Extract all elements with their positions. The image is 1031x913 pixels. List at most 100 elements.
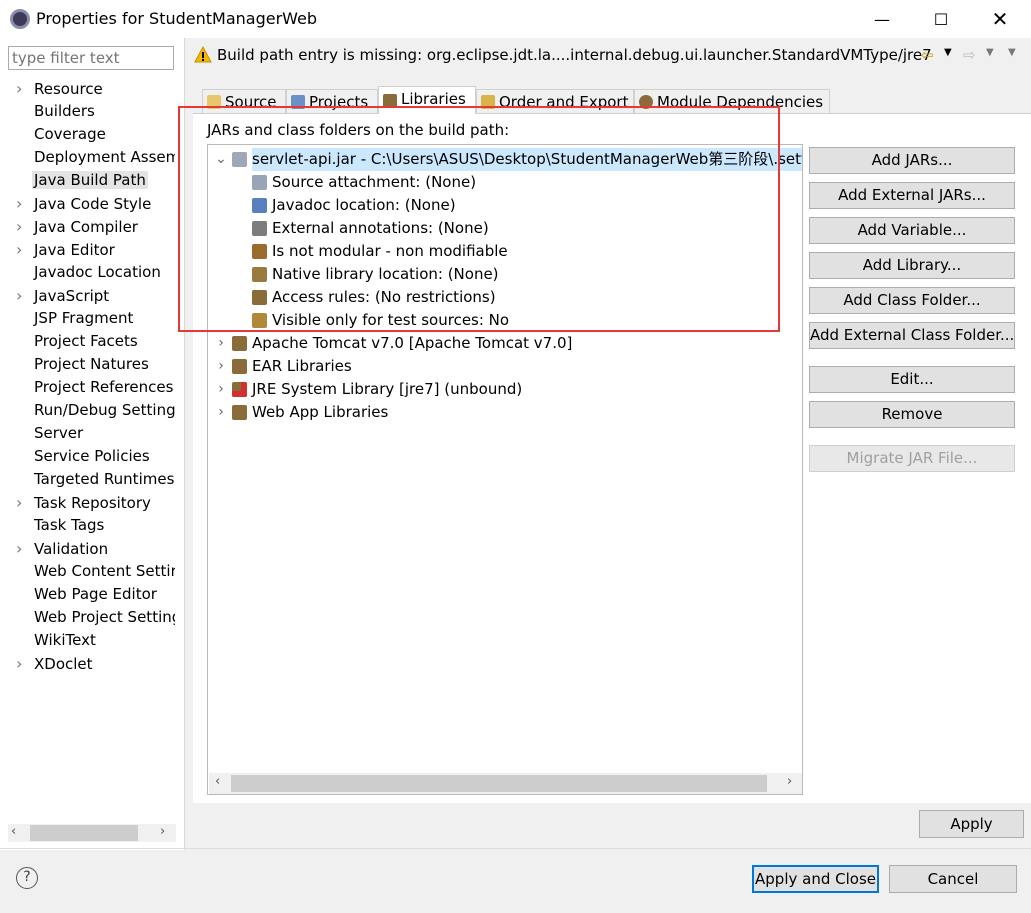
sidebar-item-web-content-settir[interactable]: Web Content Settir bbox=[0, 560, 175, 583]
divider bbox=[0, 848, 1031, 849]
sidebar-item-label: Run/Debug Setting bbox=[34, 401, 175, 419]
edit-button[interactable]: Edit... bbox=[809, 366, 1015, 393]
sidebar-item-deployment-assem[interactable]: Deployment Assem bbox=[0, 146, 175, 169]
sidebar-item-label: Targeted Runtimes bbox=[34, 470, 175, 488]
sidebar-item-task-repository[interactable]: › Task Repository bbox=[0, 491, 175, 514]
sidebar-item-project-facets[interactable]: Project Facets bbox=[0, 330, 175, 353]
chevron-right-icon[interactable]: › bbox=[16, 652, 32, 675]
sidebar-item-validation[interactable]: › Validation bbox=[0, 537, 175, 560]
sidebar-item-label: Server bbox=[34, 424, 84, 442]
library-entry[interactable]: › Apache Tomcat v7.0 [Apache Tomcat v7.0] bbox=[208, 332, 802, 355]
forward-arrow-icon[interactable]: ⇨ bbox=[963, 46, 976, 64]
sidebar-item-label: JavaScript bbox=[34, 287, 110, 305]
chevron-right-icon[interactable]: › bbox=[16, 284, 32, 307]
add-external-jars-button[interactable]: Add External JARs... bbox=[809, 182, 1015, 209]
cancel-button[interactable]: Cancel bbox=[889, 865, 1017, 893]
scroll-left-icon[interactable]: ‹ bbox=[11, 824, 16, 839]
entry-label: Apache Tomcat v7.0 [Apache Tomcat v7.0] bbox=[252, 334, 573, 352]
add-external-class-folder-button[interactable]: Add External Class Folder... bbox=[809, 322, 1015, 349]
sidebar-item-wikitext[interactable]: WikiText bbox=[0, 629, 175, 652]
sidebar-item-resource[interactable]: › Resource bbox=[0, 77, 175, 100]
close-icon[interactable]: ✕ bbox=[977, 0, 1023, 38]
sidebar-item-jsp-fragment[interactable]: JSP Fragment bbox=[0, 307, 175, 330]
scroll-right-icon[interactable]: › bbox=[787, 774, 792, 789]
chevron-right-icon[interactable]: › bbox=[16, 491, 32, 514]
scroll-left-icon[interactable]: ‹ bbox=[215, 774, 220, 789]
sidebar-item-targeted-runtimes[interactable]: Targeted Runtimes bbox=[0, 468, 175, 491]
chevron-right-icon[interactable]: › bbox=[16, 77, 32, 100]
library-icon bbox=[232, 336, 247, 351]
left-horizontal-scrollbar[interactable]: ‹ › bbox=[8, 824, 176, 842]
chevron-right-icon[interactable]: › bbox=[16, 215, 32, 238]
property-pages-panel: ›Resource Builders Coverage Deployment Asse… bbox=[0, 38, 185, 850]
chevron-right-icon[interactable]: › bbox=[215, 401, 227, 424]
sidebar-item-run-debug-setting[interactable]: Run/Debug Setting bbox=[0, 399, 175, 422]
sidebar-item-javascript[interactable]: › JavaScript bbox=[0, 284, 175, 307]
sidebar-item-project-natures[interactable]: Project Natures bbox=[0, 353, 175, 376]
sidebar-item-label: Project Facets bbox=[34, 332, 138, 350]
minimize-icon[interactable]: — bbox=[859, 0, 905, 38]
migrate-jar-button[interactable]: Migrate JAR File... bbox=[809, 445, 1015, 472]
sidebar-item-web-project-setting[interactable]: Web Project Setting bbox=[0, 606, 175, 629]
apply-and-close-button[interactable]: Apply and Close bbox=[752, 865, 879, 893]
sidebar-item-label: Service Policies bbox=[34, 447, 150, 465]
add-jars-button[interactable]: Add JARs... bbox=[809, 147, 1015, 174]
sidebar-item-service-policies[interactable]: Service Policies bbox=[0, 445, 175, 468]
sidebar-item-java-editor[interactable]: › Java Editor bbox=[0, 238, 175, 261]
window-title: Properties for StudentManagerWeb bbox=[36, 9, 318, 28]
sidebar-item-label: XDoclet bbox=[34, 655, 93, 673]
chevron-right-icon[interactable]: › bbox=[215, 355, 227, 378]
add-variable-button[interactable]: Add Variable... bbox=[809, 217, 1015, 244]
maximize-icon[interactable]: ☐ bbox=[918, 0, 964, 38]
scrollbar-thumb[interactable] bbox=[231, 775, 767, 792]
scroll-right-icon[interactable]: › bbox=[160, 824, 165, 839]
sidebar-item-task-tags[interactable]: Task Tags bbox=[0, 514, 175, 537]
library-entry[interactable]: › JRE System Library [jre7] (unbound) bbox=[208, 378, 802, 401]
view-menu-icon[interactable]: ▼ bbox=[1008, 47, 1016, 58]
sidebar-item-java-build-path[interactable]: Java Build Path bbox=[0, 169, 175, 192]
eclipse-icon bbox=[10, 9, 30, 29]
forward-dropdown-icon[interactable]: ▼ bbox=[986, 47, 994, 58]
add-class-folder-button[interactable]: Add Class Folder... bbox=[809, 287, 1015, 314]
sidebar-item-label: Java Build Path bbox=[32, 171, 148, 189]
chevron-right-icon[interactable]: › bbox=[16, 238, 32, 261]
chevron-right-icon[interactable]: › bbox=[16, 192, 32, 215]
library-icon bbox=[232, 405, 247, 420]
sidebar-item-java-code-style[interactable]: › Java Code Style bbox=[0, 192, 175, 215]
scrollbar-thumb[interactable] bbox=[30, 825, 138, 841]
sidebar-item-label: Web Content Settir bbox=[34, 562, 175, 580]
sidebar-item-project-references[interactable]: Project References bbox=[0, 376, 175, 399]
chevron-right-icon[interactable]: › bbox=[215, 332, 227, 355]
back-arrow-icon[interactable]: ⇦ bbox=[921, 46, 934, 64]
chevron-right-icon[interactable]: › bbox=[215, 378, 227, 401]
sidebar-item-label: WikiText bbox=[34, 631, 96, 649]
filter-input[interactable] bbox=[8, 46, 174, 70]
sidebar-item-label: Task Tags bbox=[34, 516, 105, 534]
warning-message: Build path entry is missing: org.eclipse… bbox=[217, 46, 932, 64]
remove-button[interactable]: Remove bbox=[809, 401, 1015, 428]
sidebar-item-xdoclet[interactable]: › XDoclet bbox=[0, 652, 175, 675]
back-dropdown-icon[interactable]: ▼ bbox=[944, 47, 952, 58]
apply-button[interactable]: Apply bbox=[919, 810, 1024, 838]
sidebar-item-label: Java Editor bbox=[34, 241, 115, 259]
library-entry[interactable]: › EAR Libraries bbox=[208, 355, 802, 378]
tree-horizontal-scrollbar[interactable]: ‹ › bbox=[209, 773, 802, 794]
sidebar-item-label: Deployment Assem bbox=[34, 148, 175, 166]
sidebar-item-label: Project Natures bbox=[34, 355, 149, 373]
warning-icon bbox=[194, 46, 212, 63]
sidebar-item-java-compiler[interactable]: › Java Compiler bbox=[0, 215, 175, 238]
sidebar-item-label: Builders bbox=[34, 102, 95, 120]
sidebar-item-label: Web Page Editor bbox=[34, 585, 157, 603]
help-icon[interactable]: ? bbox=[16, 867, 38, 889]
chevron-right-icon[interactable]: › bbox=[16, 537, 32, 560]
sidebar-item-javadoc-location[interactable]: Javadoc Location bbox=[0, 261, 175, 284]
sidebar-item-coverage[interactable]: Coverage bbox=[0, 123, 175, 146]
library-entry[interactable]: › Web App Libraries bbox=[208, 401, 802, 424]
sidebar-item-server[interactable]: Server bbox=[0, 422, 175, 445]
add-library-button[interactable]: Add Library... bbox=[809, 252, 1015, 279]
sidebar-item-label: JSP Fragment bbox=[34, 309, 134, 327]
sidebar-item-builders[interactable]: Builders bbox=[0, 100, 175, 123]
highlight-box bbox=[178, 106, 780, 332]
sidebar-item-web-page-editor[interactable]: Web Page Editor bbox=[0, 583, 175, 606]
sidebar-item-label: Coverage bbox=[34, 125, 106, 143]
